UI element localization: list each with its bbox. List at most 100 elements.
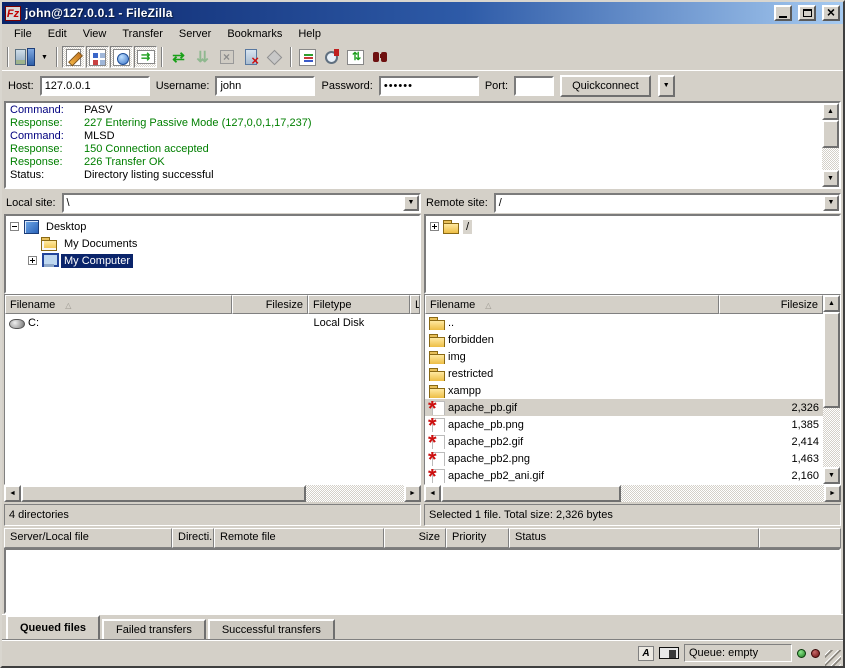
syncbrowse-icon[interactable] — [344, 46, 367, 68]
logview-icon[interactable] — [62, 46, 85, 68]
refresh-icon[interactable] — [167, 46, 190, 68]
scrollbar-thumb[interactable] — [441, 485, 621, 502]
queue-list[interactable] — [4, 548, 841, 614]
toolbar-dropdown-icon[interactable] — [37, 46, 52, 68]
speed-limits-icon[interactable] — [659, 647, 679, 659]
tree-item[interactable]: / — [426, 218, 839, 235]
transfer-tab[interactable]: Successful transfers — [208, 619, 335, 639]
scroll-right-icon[interactable] — [824, 485, 841, 502]
column-header[interactable]: Filesize — [719, 295, 823, 314]
scroll-up-icon[interactable] — [822, 103, 839, 120]
column-header[interactable]: Filetype — [308, 295, 410, 314]
quickconnect-button[interactable]: Quickconnect — [560, 75, 651, 97]
expander-icon[interactable] — [10, 222, 19, 231]
remote-file-list: Filename Filesize .. — [424, 294, 841, 485]
scroll-right-icon[interactable] — [404, 485, 421, 502]
resize-grip[interactable] — [825, 650, 841, 666]
reconnect-icon[interactable] — [263, 46, 286, 68]
menu-item[interactable]: File — [6, 26, 40, 42]
column-header[interactable]: L — [410, 295, 420, 314]
remote-horizontal-scrollbar[interactable] — [424, 485, 841, 502]
scrollbar-thumb[interactable] — [21, 485, 306, 502]
scrollbar-track[interactable] — [306, 485, 404, 502]
scrollbar-track[interactable] — [823, 408, 840, 467]
scrollbar-track[interactable] — [822, 148, 839, 170]
remote-vertical-scrollbar[interactable] — [823, 295, 840, 484]
maximize-button[interactable] — [798, 5, 816, 21]
log-vertical-scrollbar[interactable] — [822, 103, 839, 187]
local-horizontal-scrollbar[interactable] — [4, 485, 421, 502]
username-input[interactable] — [215, 76, 315, 96]
scrollbar-thumb[interactable] — [823, 312, 840, 408]
close-button[interactable] — [822, 5, 840, 21]
remote-site-label: Remote site: — [424, 197, 490, 209]
quickconnect-dropdown-icon[interactable] — [658, 75, 675, 97]
queue-column-header[interactable] — [759, 528, 841, 548]
minimize-button[interactable] — [774, 5, 792, 21]
file-row[interactable]: apache_pb2.gif 2,414 — [425, 433, 823, 450]
transfer-tab[interactable]: Failed transfers — [102, 619, 206, 639]
combo-dropdown-icon[interactable] — [823, 195, 839, 211]
disconnect-icon[interactable] — [239, 46, 262, 68]
menu-item[interactable]: Server — [171, 26, 219, 42]
tree-item[interactable]: My Computer — [6, 252, 419, 269]
image-file-icon — [429, 418, 445, 432]
file-row[interactable]: xampp — [425, 382, 823, 399]
column-header[interactable]: Filename — [5, 295, 232, 314]
expander-icon[interactable] — [430, 222, 439, 231]
remote-site-combo[interactable]: / — [494, 193, 841, 213]
scrollbar-thumb[interactable] — [822, 120, 839, 148]
menu-item[interactable]: Transfer — [114, 26, 171, 42]
queue-column-header[interactable]: Directi... — [172, 528, 214, 548]
file-row[interactable]: apache_pb2.png 1,463 — [425, 450, 823, 467]
localtree-icon[interactable] — [86, 46, 109, 68]
menu-item[interactable]: Edit — [40, 26, 75, 42]
file-name: apache_pb.png — [448, 419, 524, 431]
tree-item[interactable]: My Documents — [6, 235, 419, 252]
title-bar: Fz john@127.0.0.1 - FileZilla — [2, 2, 843, 24]
site-manager-icon[interactable] — [13, 46, 36, 68]
queue-column-header[interactable]: Priority — [446, 528, 509, 548]
processqueue-icon[interactable] — [191, 46, 214, 68]
cancel-icon[interactable] — [215, 46, 238, 68]
column-header[interactable]: Filesize — [232, 295, 308, 314]
find-icon[interactable] — [368, 46, 391, 68]
menu-item[interactable]: Help — [290, 26, 329, 42]
scroll-left-icon[interactable] — [4, 485, 21, 502]
file-row[interactable]: restricted — [425, 365, 823, 382]
file-row[interactable]: forbidden — [425, 331, 823, 348]
file-row[interactable]: C: Local Disk — [5, 314, 420, 331]
file-row[interactable]: .. — [425, 314, 823, 331]
transfer-queue: Server/Local fileDirecti...Remote fileSi… — [4, 528, 841, 614]
scroll-down-icon[interactable] — [823, 467, 840, 484]
combo-dropdown-icon[interactable] — [403, 195, 419, 211]
queue-column-header[interactable]: Remote file — [214, 528, 384, 548]
port-input[interactable] — [514, 76, 554, 96]
scroll-up-icon[interactable] — [823, 295, 840, 312]
host-input[interactable] — [40, 76, 150, 96]
column-header[interactable]: Filename — [425, 295, 719, 314]
file-row[interactable]: apache_pb.gif 2,326 — [425, 399, 823, 416]
queueview-icon[interactable] — [134, 46, 157, 68]
queue-column-header[interactable]: Server/Local file — [4, 528, 172, 548]
menu-item[interactable]: View — [75, 26, 115, 42]
transfer-tab[interactable]: Queued files — [6, 615, 100, 639]
file-row[interactable]: img — [425, 348, 823, 365]
queue-column-header[interactable]: Size — [384, 528, 446, 548]
file-row[interactable]: apache_pb2_ani.gif 2,160 — [425, 467, 823, 484]
menu-item[interactable]: Bookmarks — [219, 26, 290, 42]
scrollbar-track[interactable] — [621, 485, 824, 502]
remotetree-icon[interactable] — [110, 46, 133, 68]
filter-icon[interactable] — [296, 46, 319, 68]
led-red-icon — [811, 649, 820, 658]
queue-column-header[interactable]: Status — [509, 528, 759, 548]
file-row[interactable]: apache_pb.png 1,385 — [425, 416, 823, 433]
password-input[interactable] — [379, 76, 479, 96]
scroll-down-icon[interactable] — [822, 170, 839, 187]
compare-icon[interactable] — [320, 46, 343, 68]
scroll-left-icon[interactable] — [424, 485, 441, 502]
datatype-ascii-icon[interactable]: A — [638, 646, 654, 661]
local-site-combo[interactable]: \ — [62, 193, 421, 213]
tree-item[interactable]: Desktop — [6, 218, 419, 235]
expander-icon[interactable] — [28, 256, 37, 265]
